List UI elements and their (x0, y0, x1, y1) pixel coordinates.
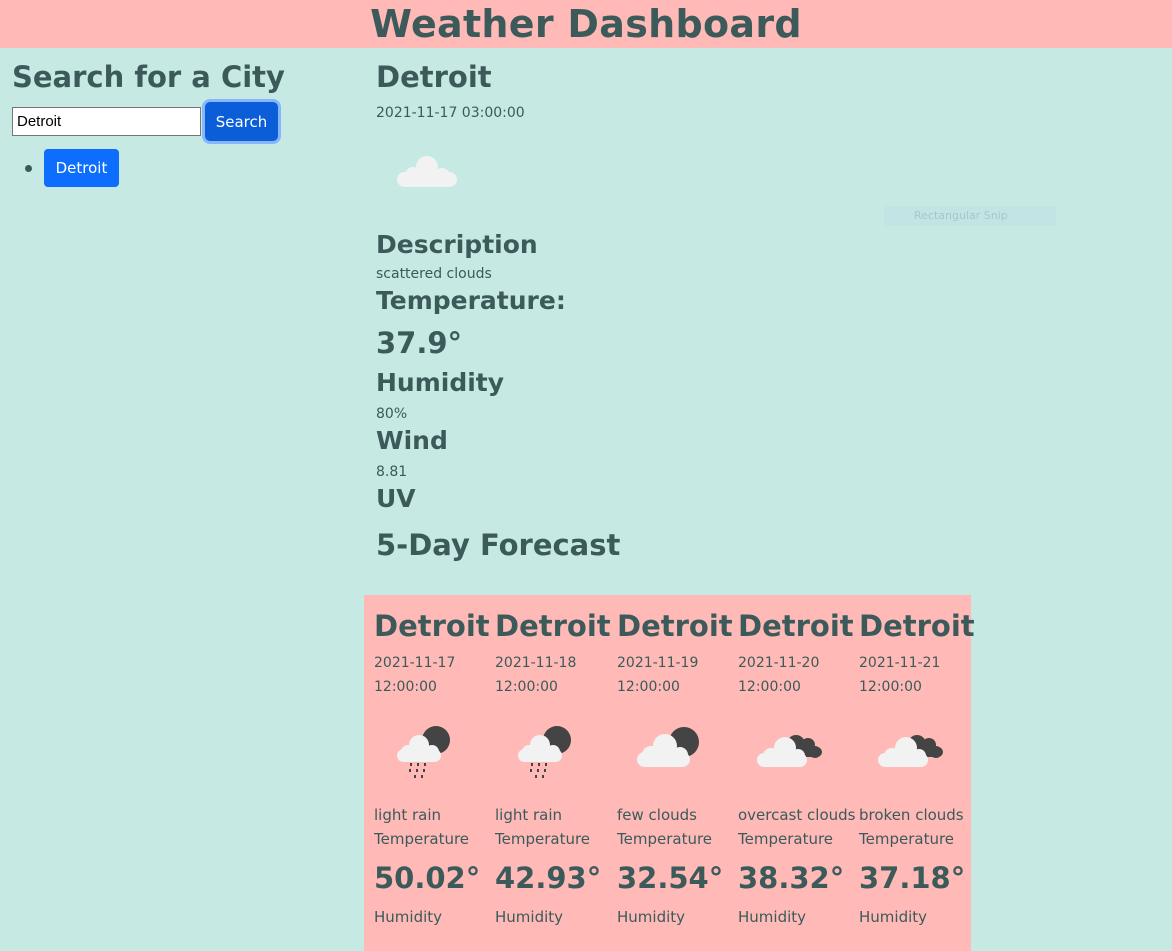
history-city-button[interactable]: Detroit (44, 149, 119, 187)
forecast-card: Detroit 2021-11-20 12:00:00 overcast clo… (738, 595, 858, 929)
forecast-date: 2021-11-21 12:00:00 (859, 651, 979, 699)
list-item: Detroit (12, 149, 352, 187)
forecast-card: Detroit 2021-11-21 12:00:00 broken cloud… (859, 595, 979, 929)
forecast-date-day: 2021-11-20 (738, 655, 820, 671)
forecast-description-text: few clouds (617, 806, 697, 824)
snip-overlay-ghost: Rectangular Snip (884, 206, 1056, 226)
forecast-description: overcast clouds Temperature (738, 803, 858, 851)
forecast-date-time: 12:00:00 (374, 679, 437, 695)
forecast-date-time: 12:00:00 (617, 679, 680, 695)
forecast-city: Detroit (374, 609, 490, 643)
current-weather: Detroit 2021-11-17 03:00:00 Description … (376, 58, 1156, 564)
forecast-description-text: broken clouds (859, 806, 964, 824)
search-button[interactable]: Search (205, 102, 278, 141)
search-title: Search for a City (12, 60, 285, 94)
forecast-date-day: 2021-11-17 (374, 655, 456, 671)
current-city: Detroit (376, 60, 492, 94)
forecast-card: Detroit 2021-11-19 12:00:00 few clouds T… (617, 595, 737, 929)
forecast-card: Detroit 2021-11-17 12:00:00 light rain T… (374, 595, 494, 929)
forecast-city: Detroit (738, 609, 854, 643)
overcast-clouds-icon (738, 699, 838, 799)
forecast-temp: 32.54° (617, 861, 724, 895)
humidity-value: 80% (376, 406, 408, 422)
forecast-description-text: light rain (374, 806, 442, 824)
description-label: Description (376, 230, 538, 259)
humidity-label: Humidity (376, 368, 505, 397)
broken-clouds-icon (859, 699, 959, 799)
forecast-city: Detroit (859, 609, 975, 643)
search-history-list: Detroit (12, 149, 352, 187)
forecast-humidity-label: Humidity (617, 908, 686, 926)
forecast-temp: 50.02° (374, 861, 481, 895)
forecast-date: 2021-11-17 12:00:00 (374, 651, 494, 699)
forecast-description-text: overcast clouds (738, 806, 856, 824)
forecast-temp-label: Temperature (495, 830, 591, 848)
forecast-humidity-label: Humidity (374, 908, 443, 926)
forecast-temp: 42.93° (495, 861, 602, 895)
description-value: scattered clouds (376, 266, 492, 282)
forecast-humidity-label: Humidity (738, 908, 807, 926)
light-rain-icon (495, 699, 595, 799)
temperature-label: Temperature: (376, 286, 566, 315)
forecast-description: light rain Temperature (374, 803, 494, 851)
forecast-date-time: 12:00:00 (495, 679, 558, 695)
uv-label: UV (376, 484, 416, 513)
forecast-title: 5-Day Forecast (376, 528, 621, 562)
search-input[interactable] (12, 107, 201, 136)
forecast-city: Detroit (617, 609, 733, 643)
forecast-description: broken clouds Temperature (859, 803, 979, 851)
forecast-temp-label: Temperature (374, 830, 470, 848)
current-datetime: 2021-11-17 03:00:00 (376, 105, 525, 121)
forecast-date-day: 2021-11-18 (495, 655, 577, 671)
app-header: Weather Dashboard (0, 0, 1172, 48)
forecast-temp-label: Temperature (738, 830, 834, 848)
search-row: Search (12, 102, 352, 141)
forecast-temp-label: Temperature (617, 830, 713, 848)
forecast-date-day: 2021-11-21 (859, 655, 941, 671)
bullet-icon (25, 164, 32, 172)
page-title: Weather Dashboard (370, 2, 802, 46)
forecast-description: few clouds Temperature (617, 803, 737, 851)
forecast-date: 2021-11-19 12:00:00 (617, 651, 737, 699)
light-rain-icon (374, 699, 474, 799)
forecast-date-time: 12:00:00 (738, 679, 801, 695)
temperature-value: 37.9° (376, 326, 463, 360)
forecast-city: Detroit (495, 609, 611, 643)
forecast-temp: 38.32° (738, 861, 845, 895)
forecast-humidity-label: Humidity (859, 908, 928, 926)
forecast-card: Detroit 2021-11-18 12:00:00 light rain T… (495, 595, 615, 929)
forecast-temp-label: Temperature (859, 830, 955, 848)
scattered-clouds-icon (376, 126, 476, 226)
forecast-temp: 37.18° (859, 861, 966, 895)
forecast-date: 2021-11-20 12:00:00 (738, 651, 858, 699)
forecast-panel: Detroit 2021-11-17 12:00:00 light rain T… (364, 595, 975, 951)
forecast-date: 2021-11-18 12:00:00 (495, 651, 615, 699)
wind-label: Wind (376, 426, 448, 455)
forecast-humidity-label: Humidity (495, 908, 564, 926)
sidebar: Search for a City Search Detroit (12, 58, 352, 187)
forecast-date-day: 2021-11-19 (617, 655, 699, 671)
wind-value: 8.81 (376, 464, 408, 480)
forecast-date-time: 12:00:00 (859, 679, 922, 695)
forecast-description: light rain Temperature (495, 803, 615, 851)
forecast-description-text: light rain (495, 806, 563, 824)
few-clouds-icon (617, 699, 717, 799)
